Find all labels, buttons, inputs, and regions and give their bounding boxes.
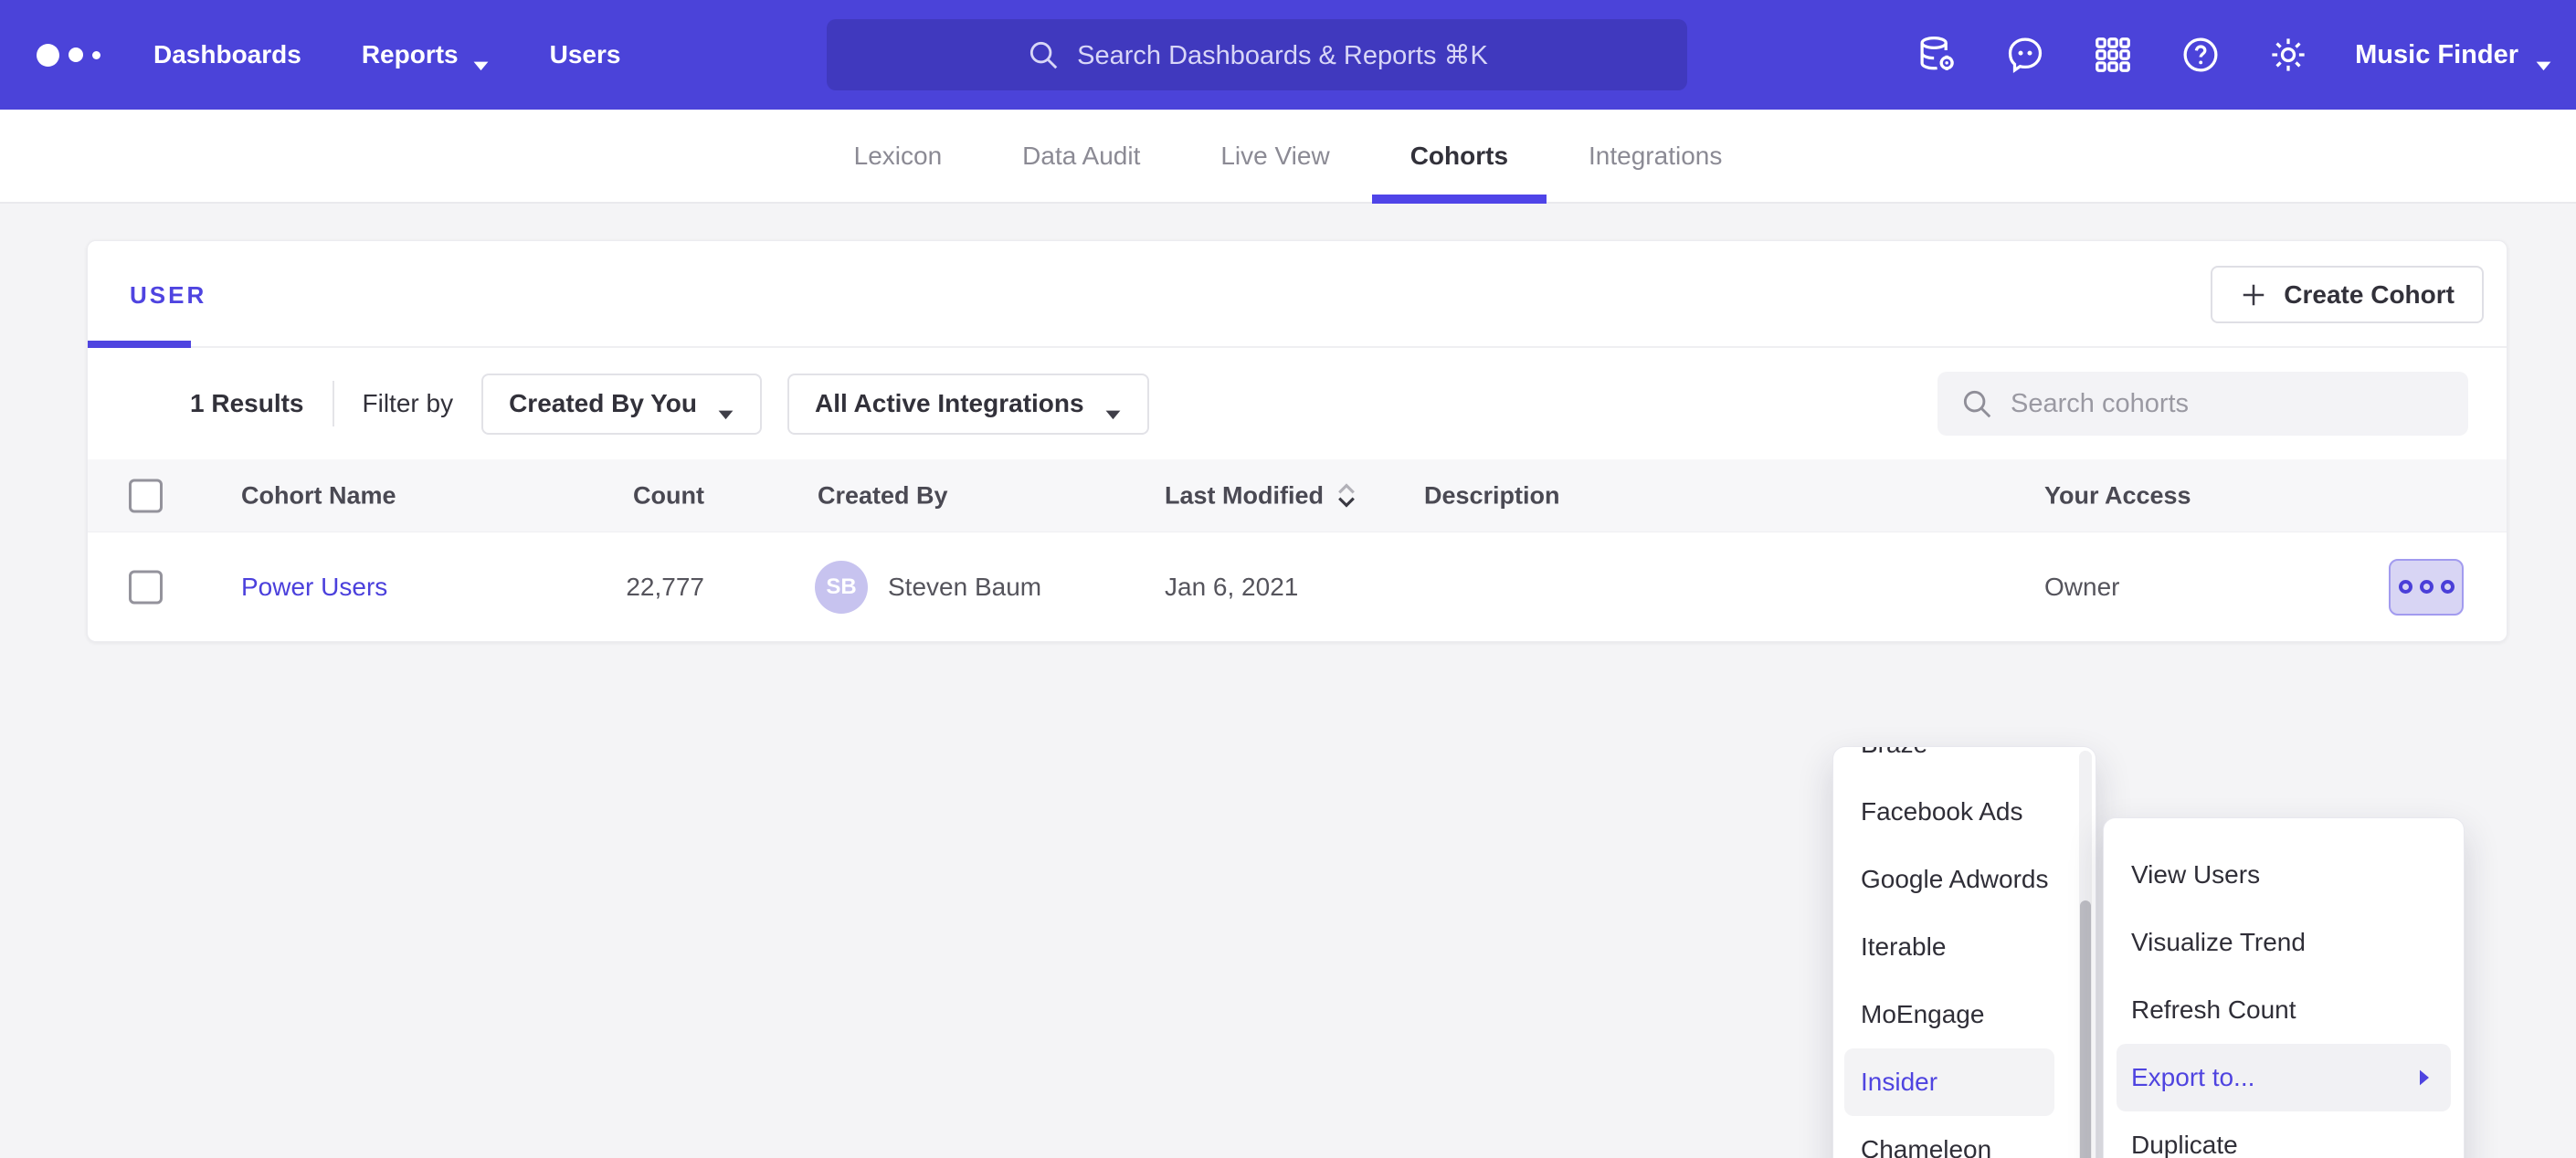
column-header-your-access[interactable]: Your Access — [2044, 481, 2191, 510]
plus-icon — [2240, 281, 2267, 309]
creator-name: Steven Baum — [888, 573, 1041, 602]
project-name: Music Finder — [2355, 40, 2518, 70]
global-search-placeholder: Search Dashboards & Reports ⌘K — [1077, 39, 1488, 71]
export-target-list: Braze Facebook Ads Google Adwords Iterab… — [1833, 746, 2070, 1158]
search-icon — [1026, 37, 1061, 72]
access-level: Owner — [2044, 573, 2119, 602]
export-to-submenu: Braze Facebook Ads Google Adwords Iterab… — [1832, 746, 2096, 1158]
ellipsis-dot-icon — [2420, 580, 2433, 594]
ellipsis-dot-icon — [2441, 580, 2455, 594]
top-nav-bar: Dashboards Reports Users Search Dashboar… — [0, 0, 2576, 110]
chevron-down-icon — [717, 398, 734, 409]
menu-item-duplicate[interactable]: Duplicate — [2117, 1111, 2451, 1158]
create-cohort-label: Create Cohort — [2284, 280, 2455, 310]
created-by-filter-value: Created By You — [509, 389, 697, 418]
nav-item-reports[interactable]: Reports — [362, 40, 490, 69]
menu-item-label: Export to... — [2131, 1063, 2254, 1092]
cohort-name-link[interactable]: Power Users — [241, 573, 387, 602]
chevron-down-icon — [472, 49, 490, 60]
filter-by-label: Filter by — [363, 389, 454, 418]
settings-gear-icon[interactable] — [2267, 34, 2309, 76]
ellipsis-dot-icon — [2399, 580, 2412, 594]
row-checkbox[interactable] — [129, 570, 163, 604]
nav-item-label: Reports — [362, 40, 459, 69]
tab-label: Lexicon — [854, 142, 943, 171]
create-cohort-button[interactable]: Create Cohort — [2211, 266, 2484, 323]
sort-descending-icon — [1336, 483, 1357, 509]
mixpanel-logo-icon[interactable] — [37, 44, 100, 67]
table-row: Power Users 22,777 SB Steven Baum Jan 6,… — [88, 532, 2507, 641]
help-icon[interactable] — [2180, 34, 2222, 76]
row-actions-button[interactable] — [2389, 559, 2464, 616]
nav-item-label: Dashboards — [153, 40, 301, 69]
last-modified-date: Jan 6, 2021 — [1165, 573, 1298, 602]
global-search-bar[interactable]: Search Dashboards & Reports ⌘K — [827, 19, 1687, 90]
filter-toolbar: 1 Results Filter by Created By You All A… — [88, 348, 2507, 459]
export-target-iterable[interactable]: Iterable — [1844, 913, 2054, 981]
results-count: 1 Results — [190, 389, 304, 418]
menu-item-visualize-trend[interactable]: Visualize Trend — [2117, 909, 2451, 976]
tab-data-audit[interactable]: Data Audit — [1019, 110, 1144, 202]
submenu-arrow-icon — [2418, 1069, 2431, 1087]
project-switcher[interactable]: Music Finder — [2355, 40, 2552, 70]
tab-lexicon[interactable]: Lexicon — [850, 110, 946, 202]
tab-cohorts[interactable]: Cohorts — [1407, 110, 1512, 202]
section-tab-bar: Lexicon Data Audit Live View Cohorts Int… — [0, 110, 2576, 204]
active-tab-underline — [88, 341, 191, 348]
tab-label: Integrations — [1589, 142, 1722, 171]
search-icon — [1959, 386, 1994, 421]
cohort-type-tabs: USER Create Cohort — [88, 241, 2507, 348]
cohorts-page: USER Create Cohort 1 Results Filter by C… — [0, 204, 2576, 1158]
cohorts-card: USER Create Cohort 1 Results Filter by C… — [87, 240, 2507, 642]
divider — [333, 381, 334, 426]
tab-label: Live View — [1220, 142, 1329, 171]
cohort-search-box — [1937, 372, 2468, 436]
avatar: SB — [815, 561, 868, 614]
feedback-icon[interactable] — [2004, 34, 2046, 76]
column-header-description[interactable]: Description — [1424, 481, 1560, 510]
export-target-facebook-ads[interactable]: Facebook Ads — [1844, 778, 2054, 846]
nav-item-dashboards[interactable]: Dashboards — [153, 40, 301, 69]
export-target-google-adwords[interactable]: Google Adwords — [1844, 846, 2054, 913]
cohort-count: 22,777 — [508, 573, 704, 602]
export-target-braze[interactable]: Braze — [1844, 746, 2054, 778]
cohort-search-input[interactable] — [2011, 389, 2446, 419]
table-header-row: Cohort Name Count Created By Last Modifi… — [88, 459, 2507, 532]
export-target-insider[interactable]: Insider — [1844, 1048, 2054, 1116]
column-header-cohort-name[interactable]: Cohort Name — [241, 481, 396, 510]
tab-label: Cohorts — [1410, 142, 1508, 171]
export-target-chameleon[interactable]: Chameleon — [1844, 1116, 2054, 1158]
apps-grid-icon[interactable] — [2092, 34, 2134, 76]
tab-label: Data Audit — [1022, 142, 1140, 171]
tab-live-view[interactable]: Live View — [1217, 110, 1333, 202]
integrations-filter-value: All Active Integrations — [815, 389, 1084, 418]
export-target-moengage[interactable]: MoEngage — [1844, 981, 2054, 1048]
integrations-filter-dropdown[interactable]: All Active Integrations — [787, 374, 1149, 435]
chevron-down-icon — [2535, 49, 2552, 60]
column-header-count[interactable]: Count — [508, 481, 704, 510]
menu-item-export-to[interactable]: Export to... — [2117, 1044, 2451, 1111]
menu-item-view-users[interactable]: View Users — [2117, 841, 2451, 909]
column-header-last-modified[interactable]: Last Modified — [1165, 481, 1357, 510]
column-header-label: Last Modified — [1165, 481, 1324, 510]
scrollbar-thumb[interactable] — [2080, 900, 2091, 1158]
menu-item-refresh-count[interactable]: Refresh Count — [2117, 976, 2451, 1044]
nav-item-users[interactable]: Users — [550, 40, 621, 69]
data-settings-icon[interactable] — [1916, 34, 1958, 76]
nav-item-label: Users — [550, 40, 621, 69]
select-all-checkbox[interactable] — [129, 479, 163, 512]
chevron-down-icon — [1104, 398, 1122, 409]
column-header-created-by[interactable]: Created By — [818, 481, 948, 510]
tab-user-cohorts[interactable]: USER — [130, 281, 206, 310]
tab-integrations[interactable]: Integrations — [1585, 110, 1726, 202]
created-by-filter-dropdown[interactable]: Created By You — [481, 374, 762, 435]
row-context-menu: View Users Visualize Trend Refresh Count… — [2103, 817, 2465, 1158]
